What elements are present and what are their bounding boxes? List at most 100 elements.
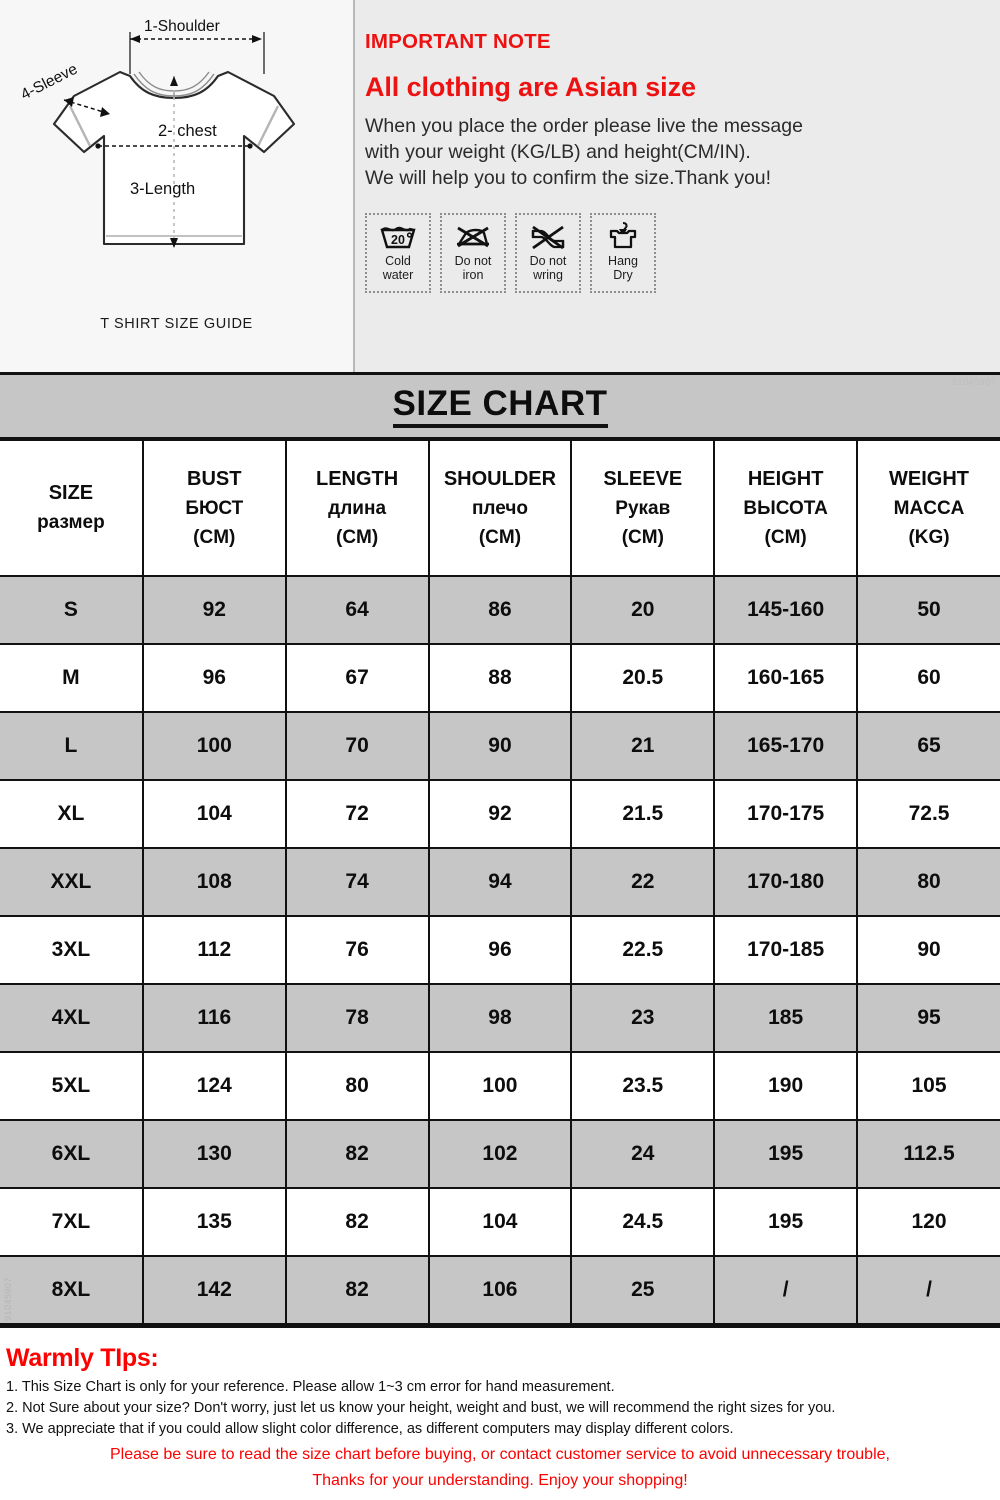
cell-shoulder: 106 — [427, 1255, 573, 1325]
cell-weight: 50 — [856, 575, 1000, 645]
top-panel: 1-Shoulder 4-Sleeve 2- chest 3-Length T … — [0, 0, 1000, 372]
cell-sleeve: 21 — [570, 711, 716, 781]
cell-length: 78 — [284, 983, 430, 1053]
watermark-side: 91045907 — [3, 1276, 13, 1321]
cell-sleeve: 24 — [570, 1119, 716, 1189]
tips-title: Warmly TIps: — [6, 1344, 159, 1372]
cell-sleeve: 21.5 — [570, 779, 716, 849]
cell-bust: 142 — [141, 1255, 287, 1325]
table-row: XL 104 72 92 21.5 170-175 72.5 — [0, 779, 1000, 849]
table-body: S 92 64 86 20 145-160 50 M 96 67 88 20.5 160-165 60 L 1… — [0, 575, 1000, 1325]
table-row: 6XL 130 82 102 24 195 112.5 — [0, 1119, 1000, 1189]
column-header-length: LENGTH длина (CM) — [284, 439, 430, 577]
care-label-do-not-wring: Do not wring — [529, 254, 567, 282]
cell-shoulder: 100 — [427, 1051, 573, 1121]
cell-bust: 92 — [141, 575, 287, 645]
cell-weight: 95 — [856, 983, 1000, 1053]
cell-bust: 130 — [141, 1119, 287, 1189]
cell-bust: 96 — [141, 643, 287, 713]
tips-red-line-2: Thanks for your understanding. Enjoy you… — [312, 1472, 688, 1489]
cell-bust: 112 — [141, 915, 287, 985]
care-item-cold-water: 20 Cold water — [365, 213, 431, 293]
cell-length: 80 — [284, 1051, 430, 1121]
cell-sleeve: 22 — [570, 847, 716, 917]
size-chart-title-bar: SIZE CHART 91045907 — [0, 375, 1000, 439]
note-line-2: with your weight (KG/LB) and height(CM/I… — [365, 141, 751, 163]
cell-size: M — [0, 643, 144, 713]
cell-sleeve: 20 — [570, 575, 716, 645]
cell-size: 5XL — [0, 1051, 144, 1121]
cell-length: 64 — [284, 575, 430, 645]
cell-bust: 100 — [141, 711, 287, 781]
cell-sleeve: 25 — [570, 1255, 716, 1325]
diagram-caption: T SHIRT SIZE GUIDE — [100, 316, 253, 332]
note-body: When you place the order please live the… — [365, 113, 1000, 191]
cell-bust: 124 — [141, 1051, 287, 1121]
tips-item-1: 1. This Size Chart is only for your refe… — [6, 1379, 615, 1395]
cell-shoulder: 90 — [427, 711, 573, 781]
size-chart-page: 1-Shoulder 4-Sleeve 2- chest 3-Length T … — [0, 0, 1000, 1500]
cell-length: 70 — [284, 711, 430, 781]
care-label-hang-dry: Hang Dry — [608, 254, 638, 282]
tshirt-diagram-pane: 1-Shoulder 4-Sleeve 2- chest 3-Length T … — [0, 0, 355, 372]
table-row: 5XL 124 80 100 23.5 190 105 — [0, 1051, 1000, 1121]
cell-height: 170-180 — [713, 847, 859, 917]
note-line-1: When you place the order please live the… — [365, 115, 803, 137]
cell-length: 82 — [284, 1255, 430, 1325]
cell-size: 7XL — [0, 1187, 144, 1257]
cell-length: 82 — [284, 1187, 430, 1257]
cell-height: 160-165 — [713, 643, 859, 713]
cell-bust: 116 — [141, 983, 287, 1053]
cell-weight: 72.5 — [856, 779, 1000, 849]
cell-weight: / — [856, 1255, 1000, 1325]
label-chest: 2- chest — [158, 122, 217, 140]
note-line-3: We will help you to confirm the size.Tha… — [365, 167, 772, 189]
table-row: 8XL 142 82 106 25// — [0, 1255, 1000, 1325]
care-label-cold-water: Cold water — [382, 254, 414, 282]
tips-item-2: 2. Not Sure about your size? Don't worry… — [6, 1400, 836, 1416]
cell-length: 67 — [284, 643, 430, 713]
cell-height: 195 — [713, 1187, 859, 1257]
tips-red-line-1: Please be sure to read the size chart be… — [110, 1446, 890, 1463]
cell-sleeve: 23 — [570, 983, 716, 1053]
cell-bust: 104 — [141, 779, 287, 849]
column-header-height: HEIGHT ВЫСОТА (CM) — [713, 439, 859, 577]
cell-shoulder: 102 — [427, 1119, 573, 1189]
cell-weight: 65 — [856, 711, 1000, 781]
cell-size: XXL — [0, 847, 144, 917]
warmly-tips-section: Warmly TIps: 1. This Size Chart is only … — [0, 1328, 1000, 1492]
cell-bust: 108 — [141, 847, 287, 917]
cell-height: 170-185 — [713, 915, 859, 985]
cell-size: 6XL — [0, 1119, 144, 1189]
cell-height: 145-160 — [713, 575, 859, 645]
table-row: L 100 70 90 21 165-170 65 — [0, 711, 1000, 781]
label-length: 3-Length — [130, 180, 195, 198]
cell-weight: 80 — [856, 847, 1000, 917]
table-header-row: SIZE размер BUST БЮСТ (CM) LENGTH длина … — [0, 439, 1000, 577]
cell-shoulder: 98 — [427, 983, 573, 1053]
care-item-hang-dry: Hang Dry — [590, 213, 656, 293]
table-row: 4XL 116 78 98 23 185 95 — [0, 983, 1000, 1053]
column-header-sleeve: SLEEVE Рукав (CM) — [570, 439, 716, 577]
cell-size: S — [0, 575, 144, 645]
hang-dry-icon — [603, 220, 643, 252]
size-chart-table-wrap: SIZE CHART 91045907 SIZE размер BUST БЮС… — [0, 372, 1000, 1328]
table-row: 3XL 112 76 96 22.5 170-185 90 — [0, 915, 1000, 985]
cell-height: 190 — [713, 1051, 859, 1121]
cell-height: 170-175 — [713, 779, 859, 849]
cell-length: 76 — [284, 915, 430, 985]
cell-length: 74 — [284, 847, 430, 917]
cell-shoulder: 94 — [427, 847, 573, 917]
care-item-do-not-wring: Do not wring — [515, 213, 581, 293]
cell-height: / — [713, 1255, 859, 1325]
watermark-top: 91045907 — [951, 377, 996, 387]
cell-height: 165-170 — [713, 711, 859, 781]
cell-sleeve: 22.5 — [570, 915, 716, 985]
cell-sleeve: 23.5 — [570, 1051, 716, 1121]
care-symbols-row: 20 Cold water Do not iron Do not wring H… — [365, 213, 1000, 293]
note-title: IMPORTANT NOTE — [365, 30, 551, 53]
cell-weight: 60 — [856, 643, 1000, 713]
column-header-bust: BUST БЮСТ (CM) — [141, 439, 287, 577]
cell-shoulder: 88 — [427, 643, 573, 713]
table-row: 7XL 135 82 104 24.5 195 120 — [0, 1187, 1000, 1257]
